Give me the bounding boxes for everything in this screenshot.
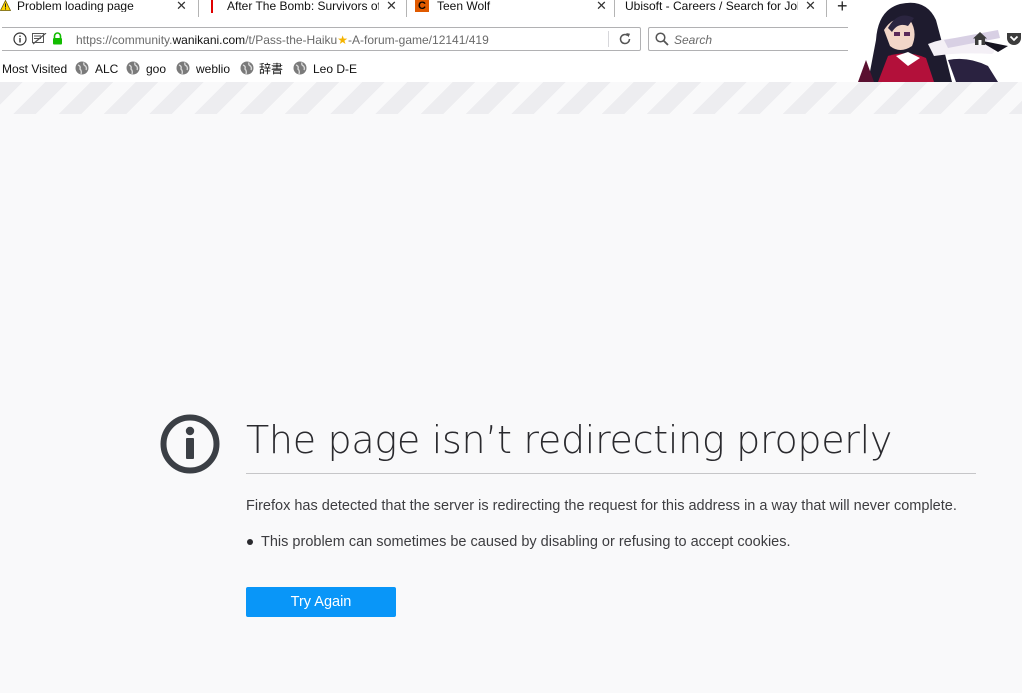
home-icon[interactable] (972, 31, 988, 46)
tab-ubisoft[interactable]: Ubisoft - Careers / Search for Job ✕ (620, 0, 826, 18)
bullet-dot (247, 539, 253, 545)
tab-after-the-bomb[interactable]: After The Bomb: Survivors of ✕ (206, 0, 404, 18)
pocket-icon[interactable] (1006, 31, 1022, 46)
globe-icon (75, 61, 89, 75)
bookmark-jisho[interactable]: 辞書 (259, 62, 283, 76)
tab-divider (198, 0, 199, 17)
globe-icon (293, 61, 307, 75)
theme-artwork (848, 0, 1022, 82)
globe-icon (126, 61, 140, 75)
tab-title: Problem loading page (17, 0, 134, 12)
search-icon (655, 32, 669, 46)
lock-icon[interactable] (52, 32, 63, 45)
reload-icon[interactable] (618, 32, 632, 46)
crunchyroll-favicon-icon: C (415, 0, 429, 12)
tab-title: After The Bomb: Survivors of (227, 0, 379, 12)
site-favicon-icon (211, 0, 213, 13)
bookmark-goo[interactable]: goo (146, 62, 166, 76)
url-star: ★ (337, 33, 348, 47)
tab-divider (406, 0, 407, 17)
close-tab-icon[interactable]: ✕ (805, 0, 816, 12)
search-input[interactable]: Search (674, 33, 712, 47)
close-tab-icon[interactable]: ✕ (386, 0, 397, 12)
bookmark-leo[interactable]: Leo D-E (313, 62, 357, 76)
title-divider (246, 473, 976, 474)
url-bar[interactable]: https://community.wanikani.com/t/Pass-th… (2, 27, 641, 51)
striped-header-band (0, 82, 1022, 114)
tab-title: Ubisoft - Careers / Search for Job (625, 0, 798, 12)
search-bar[interactable]: Search (648, 27, 855, 51)
warning-icon (0, 0, 11, 11)
url-domain: wanikani.com (172, 33, 246, 47)
url-rest: -A-forum-game/12141/419 (348, 33, 489, 47)
tracking-notice-icon[interactable] (32, 33, 47, 45)
error-suggestion: This problem can sometimes be caused by … (261, 534, 791, 550)
tab-title: Teen Wolf (437, 0, 491, 12)
url-divider (608, 31, 609, 47)
url-prefix: https://community. (76, 33, 173, 47)
close-tab-icon[interactable]: ✕ (596, 0, 607, 12)
bookmark-most-visited[interactable]: Most Visited (2, 62, 67, 76)
url-text[interactable]: https://community.wanikani.com/t/Pass-th… (76, 34, 489, 46)
globe-icon (240, 61, 254, 75)
browser-chrome: Problem loading page ✕ After The Bomb: S… (0, 0, 1022, 82)
url-path: /t/Pass-the-Haiku (245, 33, 338, 47)
tab-divider (826, 0, 827, 17)
try-again-button[interactable]: Try Again (246, 587, 396, 617)
error-description: Firefox has detected that the server is … (246, 498, 957, 514)
bookmark-alc[interactable]: ALC (95, 62, 118, 76)
bookmark-weblio[interactable]: weblio (196, 62, 230, 76)
bookmarks-toolbar: Most Visited ALC goo weblio 辞書 Leo D-E (0, 60, 850, 78)
close-tab-icon[interactable]: ✕ (176, 0, 187, 12)
globe-icon (176, 61, 190, 75)
site-info-icon[interactable] (13, 32, 27, 46)
tab-teen-wolf[interactable]: C Teen Wolf ✕ (413, 0, 613, 18)
error-title: The page isn’t redirecting properly (246, 418, 893, 462)
anime-character-icon (848, 0, 1022, 82)
info-icon (160, 414, 220, 474)
new-tab-icon[interactable]: + (837, 0, 848, 15)
tab-divider (614, 0, 615, 17)
tab-problem-loading[interactable]: Problem loading page ✕ (0, 0, 195, 18)
